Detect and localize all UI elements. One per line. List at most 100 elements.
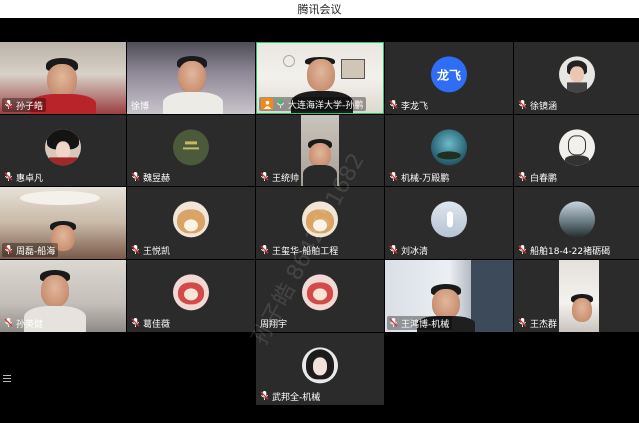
mic-muted-icon: [518, 172, 527, 182]
name-tag: 周磊-船海: [2, 243, 59, 257]
participant-name: 王统帅: [272, 173, 300, 184]
participant-tile[interactable]: 惠卓凡: [0, 115, 126, 186]
menu-icon[interactable]: [3, 375, 11, 382]
participant-name: 刘冰清: [401, 246, 429, 257]
avatar: [558, 56, 595, 93]
avatar: [173, 274, 209, 311]
participant-tile[interactable]: 刘冰清: [385, 187, 513, 259]
mic-muted-icon: [4, 100, 13, 110]
mic-muted-icon: [389, 318, 398, 328]
mic-muted-icon: [518, 100, 527, 110]
name-tag: 王杰群: [516, 316, 560, 330]
mic-muted-icon: [4, 245, 13, 255]
participant-name: 王杰群: [530, 319, 558, 330]
participant-name: 李龙飞: [401, 101, 429, 112]
participant-tile[interactable]: 徐博: [127, 42, 255, 114]
name-tag: 刘冰清: [387, 243, 431, 257]
participant-tile-active-speaker[interactable]: 大连海洋大学-孙鹏: [256, 42, 384, 114]
avatar: 龙飞: [431, 56, 467, 93]
mic-muted-icon: [4, 318, 13, 328]
name-tag: 王玺华-船舶工程: [258, 243, 341, 257]
mic-muted-icon: [131, 318, 140, 328]
avatar: [173, 128, 209, 165]
participant-name: 徐镜涵: [530, 101, 558, 112]
participant-tile[interactable]: 魏昱赫: [127, 115, 255, 186]
participant-name: 惠卓凡: [16, 173, 44, 184]
participant-tile[interactable]: 孙英健: [0, 260, 126, 332]
mic-muted-icon: [260, 172, 269, 182]
participant-name: 白春鹏: [530, 173, 558, 184]
mic-muted-icon: [389, 245, 398, 255]
name-tag: 李龙飞: [387, 98, 431, 112]
name-tag: 王鸿博-机械: [387, 316, 453, 330]
meeting-window: { "window": { "title": "腾讯会议" }, "partic…: [0, 0, 639, 423]
name-tag: 王悦凯: [129, 243, 173, 257]
name-tag: 孙子皓: [2, 98, 47, 112]
participant-name: 魏昱赫: [143, 173, 171, 184]
avatar: [302, 201, 338, 238]
name-tag: 船舶18-4-22褚砺碣: [516, 243, 613, 257]
name-tag: 徐镜涵: [516, 98, 560, 112]
window-title-bar: 腾讯会议: [0, 0, 639, 18]
avatar: [302, 347, 338, 384]
mic-muted-icon: [131, 172, 140, 182]
participant-name: 王鸿博-机械: [401, 319, 450, 330]
participant-name: 王悦凯: [143, 246, 171, 257]
mic-muted-icon: [389, 172, 398, 182]
mic-muted-icon: [260, 245, 269, 255]
avatar: [302, 274, 338, 311]
participant-name: 周翔宇: [260, 319, 288, 330]
participant-tile[interactable]: 王玺华-船舶工程: [256, 187, 384, 259]
mic-muted-icon: [4, 172, 13, 182]
video-feed: [559, 260, 599, 332]
avatar: [431, 128, 467, 165]
participant-tile[interactable]: 周磊-船海: [0, 187, 126, 259]
participant-tile[interactable]: 武邦全-机械: [256, 333, 384, 405]
participant-name: 孙子皓: [16, 101, 44, 112]
host-icon: [261, 98, 273, 110]
participant-tile[interactable]: 葛佳薇: [127, 260, 255, 332]
participant-name: 王玺华-船舶工程: [272, 246, 339, 257]
name-tag: 葛佳薇: [129, 316, 173, 330]
participant-grid: 孙子皓 徐博 大连海洋大学-孙鹏 龙飞 李龙飞 徐镜涵 惠卓凡 魏昱赫 王统帅 …: [0, 42, 639, 423]
avatar: [431, 201, 467, 238]
avatar: [558, 201, 595, 238]
name-tag: 孙英健: [2, 316, 46, 330]
avatar: [173, 201, 209, 238]
participant-name: 孙英健: [16, 319, 44, 330]
participant-tile[interactable]: 机械-万殿鹏: [385, 115, 513, 186]
mic-active-icon: [276, 99, 285, 109]
window-title: 腾讯会议: [297, 3, 342, 16]
participant-tile[interactable]: 徐镜涵: [514, 42, 639, 114]
participant-tile[interactable]: 周翔宇: [256, 260, 384, 332]
name-tag: 王统帅: [258, 170, 302, 184]
mic-muted-icon: [518, 318, 527, 328]
participant-tile[interactable]: 王悦凯: [127, 187, 255, 259]
participant-tile[interactable]: 王杰群: [514, 260, 639, 332]
name-tag: 大连海洋大学-孙鹏: [259, 97, 367, 111]
participant-name: 武邦全-机械: [272, 392, 321, 403]
mic-muted-icon: [389, 100, 398, 110]
name-tag: 白春鹏: [516, 170, 560, 184]
participant-name: 船舶18-4-22褚砺碣: [530, 246, 611, 257]
participant-name: 机械-万殿鹏: [401, 173, 450, 184]
name-tag: 周翔宇: [258, 316, 290, 330]
name-tag: 机械-万殿鹏: [387, 170, 452, 184]
participant-tile[interactable]: 白春鹏: [514, 115, 639, 186]
participant-tile[interactable]: 孙子皓: [0, 42, 126, 114]
name-tag: 惠卓凡: [2, 170, 46, 184]
name-tag: 魏昱赫: [129, 170, 173, 184]
participant-name: 大连海洋大学-孙鹏: [288, 100, 364, 111]
avatar: [558, 128, 595, 165]
participant-name: 周磊-船海: [16, 246, 56, 257]
participant-tile[interactable]: 王鸿博-机械: [385, 260, 513, 332]
name-tag: 徐博: [129, 98, 152, 112]
participant-name: 葛佳薇: [143, 319, 171, 330]
participant-tile[interactable]: 龙飞 李龙飞: [385, 42, 513, 114]
video-feed: [301, 115, 339, 186]
participant-tile[interactable]: 王统帅: [256, 115, 384, 186]
name-tag: 武邦全-机械: [258, 389, 323, 403]
participant-tile[interactable]: 船舶18-4-22褚砺碣: [514, 187, 639, 259]
mic-muted-icon: [131, 245, 140, 255]
avatar: [45, 128, 81, 165]
